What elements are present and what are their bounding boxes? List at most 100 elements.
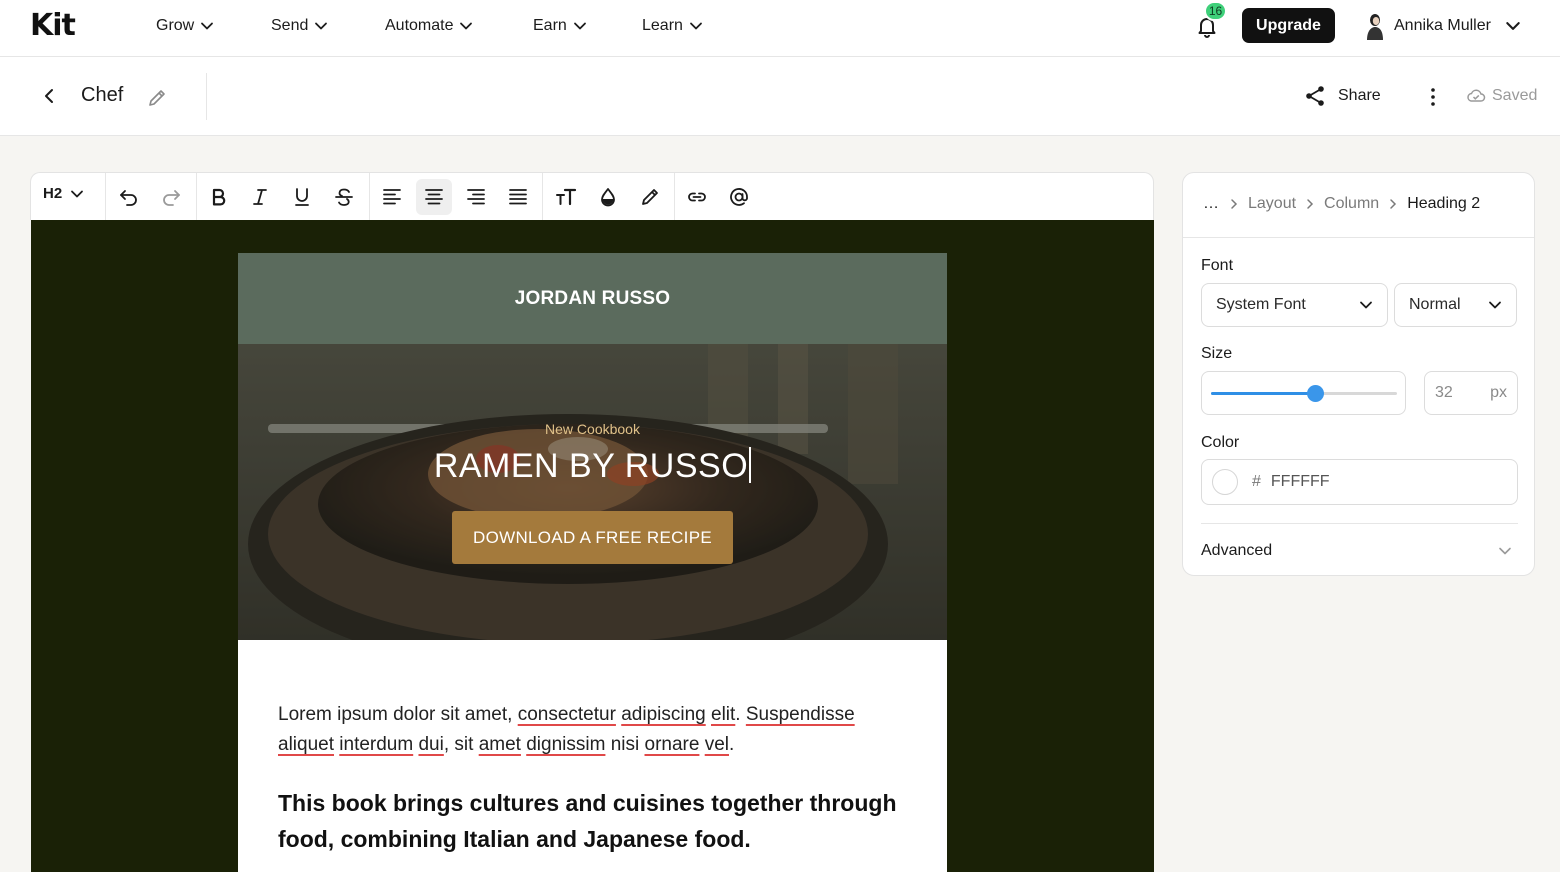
slider-thumb[interactable] <box>1307 385 1325 402</box>
redo-button[interactable] <box>153 179 189 215</box>
color-value: FFFFFF <box>1270 473 1330 490</box>
size-value: 32 <box>1435 384 1453 401</box>
hero-section[interactable]: New Cookbook RAMEN BY RUSSO DOWNLOAD A F… <box>238 344 947 640</box>
heading-level-label: H2 <box>43 185 63 202</box>
heading-level-select[interactable]: H2 <box>43 185 84 202</box>
chevron-down-icon <box>573 22 586 30</box>
toolbar-divider <box>369 173 370 220</box>
share-icon <box>1306 86 1324 106</box>
paragraph-text: . <box>729 734 735 755</box>
hero-heading-text: RAMEN BY RUSSO <box>433 447 749 485</box>
chevron-down-icon <box>71 190 84 197</box>
slider-track[interactable] <box>1211 385 1397 402</box>
chevron-right-icon <box>1307 199 1314 209</box>
body-bold-text[interactable]: This book brings cultures and cuisines t… <box>278 785 918 857</box>
text-size-button[interactable] <box>548 179 584 215</box>
mention-icon <box>730 188 748 206</box>
size-slider[interactable] <box>1201 371 1406 415</box>
strikethrough-button[interactable] <box>326 179 362 215</box>
highlight-button[interactable] <box>632 179 668 215</box>
misspelled-word[interactable]: dui <box>418 734 443 755</box>
breadcrumb-column[interactable]: Column <box>1324 195 1379 213</box>
underline-button[interactable] <box>284 179 320 215</box>
chevron-down-icon <box>1360 301 1372 309</box>
chevron-down-icon <box>1499 547 1511 554</box>
misspelled-word[interactable]: consectetur <box>518 704 616 725</box>
user-menu[interactable]: Annika Muller <box>1364 8 1521 43</box>
misspelled-word[interactable]: amet <box>479 734 521 755</box>
undo-button[interactable] <box>111 179 147 215</box>
email-header-name[interactable]: JORDAN RUSSO <box>238 253 947 344</box>
link-icon <box>688 192 706 202</box>
misspelled-word[interactable]: dignissim <box>526 734 605 755</box>
body-paragraph[interactable]: Lorem ipsum dolor sit amet, consectetur … <box>278 700 908 760</box>
editor-header: Chef Share Saved <box>0 57 1560 136</box>
avatar <box>1367 13 1383 40</box>
advanced-label: Advanced <box>1201 541 1273 559</box>
font-label: Font <box>1201 257 1234 274</box>
breadcrumb-layout[interactable]: Layout <box>1248 195 1296 213</box>
nav-learn[interactable]: Learn <box>642 0 703 52</box>
kit-logo[interactable]: Kit <box>30 10 76 42</box>
text-color-button[interactable] <box>590 179 626 215</box>
toolbar-divider <box>674 173 675 220</box>
nav-send[interactable]: Send <box>271 0 328 52</box>
misspelled-word[interactable]: elit <box>711 704 735 725</box>
nav-grow[interactable]: Grow <box>156 0 214 52</box>
align-justify-button[interactable] <box>500 179 536 215</box>
align-left-button[interactable] <box>374 179 410 215</box>
strikethrough-icon <box>335 188 353 206</box>
bold-button[interactable] <box>200 179 236 215</box>
bold-icon <box>212 188 226 206</box>
font-weight-select[interactable]: Normal <box>1394 283 1517 327</box>
nav-learn-label: Learn <box>642 17 683 34</box>
misspelled-word[interactable]: Suspendisse <box>746 704 855 725</box>
color-swatch[interactable] <box>1212 469 1238 495</box>
nav-send-label: Send <box>271 17 309 34</box>
chevron-down-icon <box>1506 21 1520 30</box>
nav-earn[interactable]: Earn <box>533 0 587 52</box>
undo-icon <box>120 190 137 206</box>
ramen-bowl-image <box>238 344 947 640</box>
share-label: Share <box>1338 87 1381 104</box>
hero-heading[interactable]: RAMEN BY RUSSO <box>238 447 947 486</box>
nav-earn-label: Earn <box>533 17 567 34</box>
upgrade-button[interactable]: Upgrade <box>1242 8 1335 43</box>
size-label: Size <box>1201 345 1233 362</box>
align-right-button[interactable] <box>458 179 494 215</box>
chevron-right-icon <box>1390 199 1397 209</box>
top-navigation: Kit Grow Send Automate Earn Learn 16 Upg… <box>0 0 1560 57</box>
share-button[interactable]: Share <box>1304 85 1381 107</box>
size-input[interactable]: 32 px <box>1424 371 1518 415</box>
more-options-icon[interactable] <box>1424 86 1442 108</box>
panel-divider <box>1183 237 1534 238</box>
back-arrow-icon[interactable] <box>40 87 58 105</box>
text-color-icon <box>601 188 615 207</box>
color-input[interactable]: # FFFFFF <box>1201 459 1518 505</box>
formatting-toolbar: H2 <box>30 172 1154 220</box>
italic-button[interactable] <box>242 179 278 215</box>
paragraph-text: . <box>735 704 746 725</box>
document-title[interactable]: Chef <box>81 84 123 107</box>
breadcrumb-more[interactable]: … <box>1203 195 1220 213</box>
misspelled-word[interactable]: aliquet <box>278 734 334 755</box>
slider-fill <box>1211 392 1316 395</box>
download-recipe-button[interactable]: DOWNLOAD A FREE RECIPE <box>452 511 733 564</box>
misspelled-word[interactable]: adipiscing <box>621 704 706 725</box>
advanced-toggle[interactable]: Advanced <box>1201 523 1518 577</box>
align-center-button[interactable] <box>416 179 452 215</box>
align-justify-icon <box>509 189 527 205</box>
pencil-icon[interactable] <box>146 87 168 109</box>
nav-automate-label: Automate <box>385 17 454 34</box>
nav-automate[interactable]: Automate <box>385 0 473 52</box>
misspelled-word[interactable]: interdum <box>339 734 413 755</box>
link-button[interactable] <box>679 179 715 215</box>
mention-button[interactable] <box>721 179 757 215</box>
misspelled-word[interactable]: vel <box>705 734 729 755</box>
nav-grow-label: Grow <box>156 17 195 34</box>
italic-icon <box>253 189 267 205</box>
hero-kicker[interactable]: New Cookbook <box>238 421 947 437</box>
misspelled-word[interactable]: ornare <box>645 734 700 755</box>
color-label: Color <box>1201 434 1240 451</box>
font-family-select[interactable]: System Font <box>1201 283 1388 327</box>
